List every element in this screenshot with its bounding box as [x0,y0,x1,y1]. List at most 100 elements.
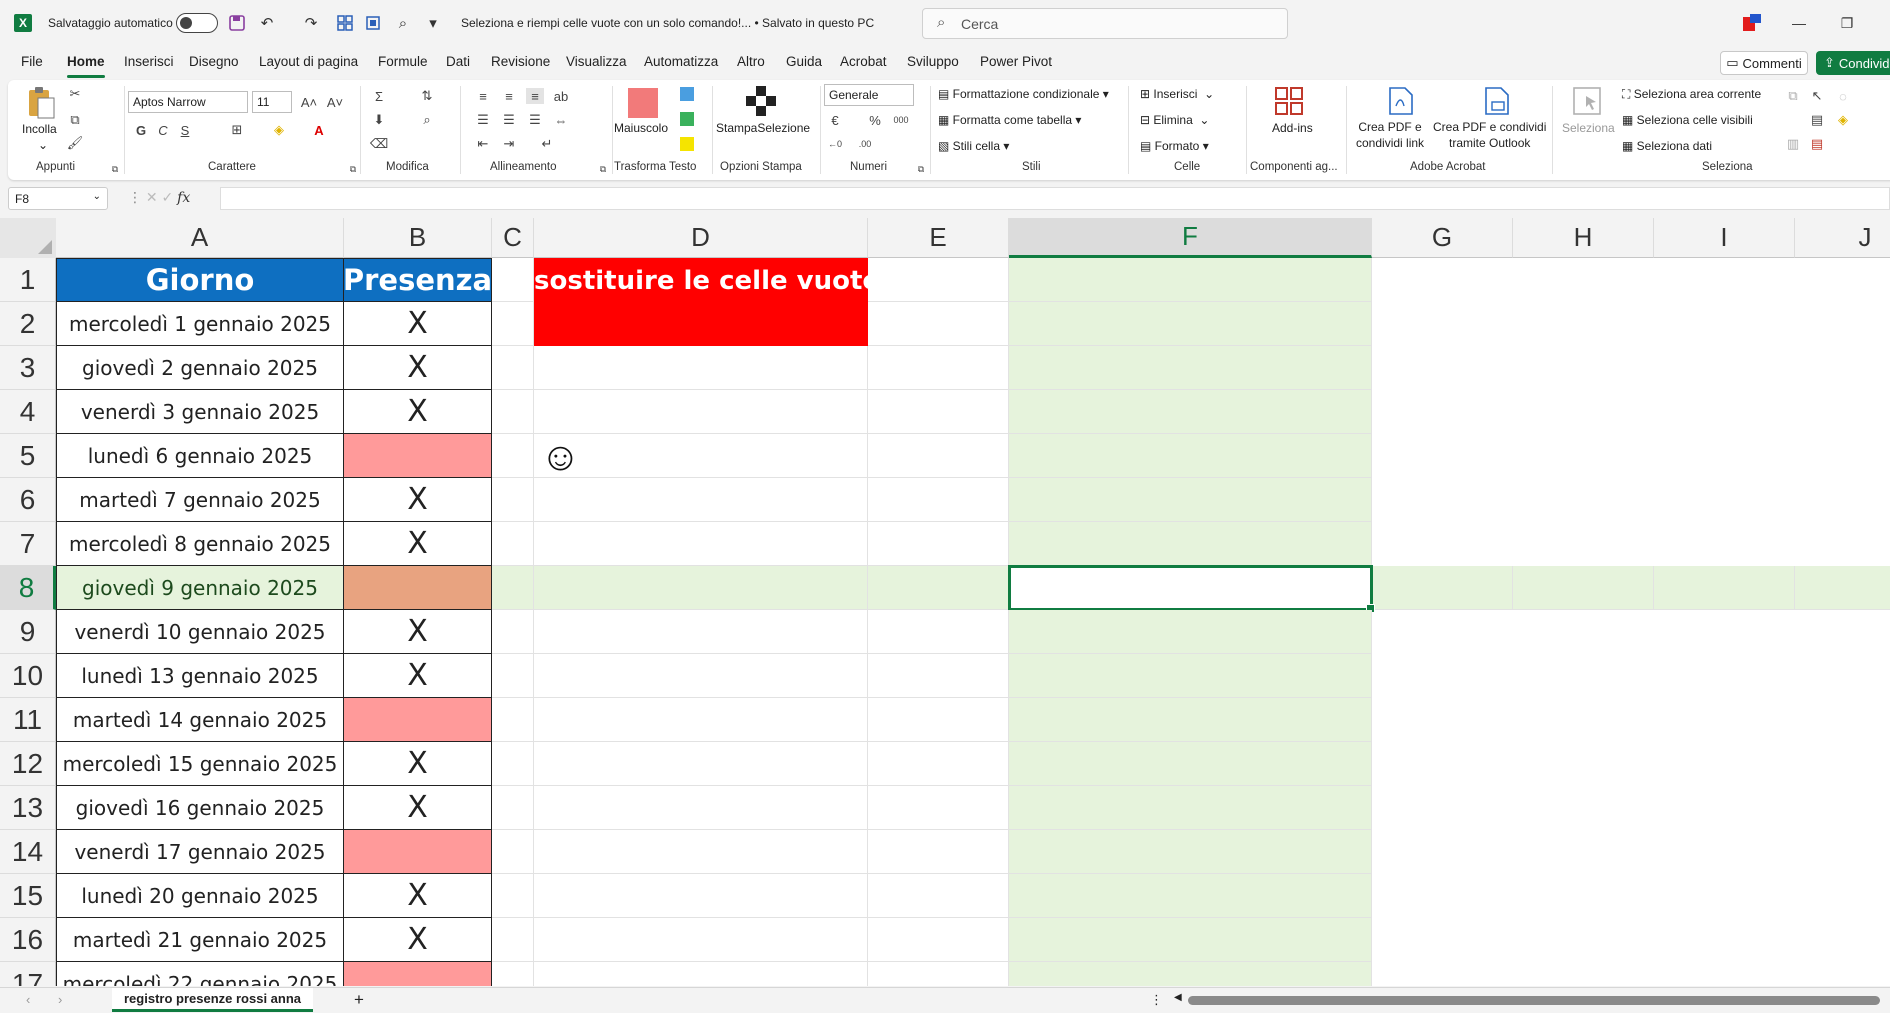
paste-dropdown-icon[interactable]: ⌄ [38,138,48,152]
cell[interactable] [492,258,534,302]
cell[interactable] [534,390,868,434]
lasso-icon[interactable]: ◌ [1834,88,1852,104]
cell[interactable] [492,610,534,654]
format-painter-icon[interactable]: 🖌 [66,135,84,151]
tab-power-pivot[interactable]: Power Pivot [980,54,1052,69]
paste-icon[interactable] [26,86,56,123]
wrap-text-icon[interactable]: ↵ [538,136,556,152]
tab-acrobat[interactable]: Acrobat [840,54,887,69]
comments-button[interactable]: ▭ Commenti [1720,51,1808,75]
cell[interactable] [1009,786,1372,830]
giorno-cell[interactable]: giovedì 2 gennaio 2025 [56,346,344,390]
cell[interactable] [1009,258,1372,302]
giorno-cell[interactable]: mercoledì 1 gennaio 2025 [56,302,344,346]
select-data-button[interactable]: ▦ Seleziona dati [1622,139,1712,153]
confirm-formula-icon[interactable]: ✓ [162,189,178,205]
merge-icon[interactable]: ⇔ [552,112,570,128]
tab-inserisci[interactable]: Inserisci [124,54,174,69]
row-header[interactable]: 1 [0,258,56,302]
yellow-swatch-icon[interactable] [680,137,694,151]
fit-icon[interactable] [362,12,384,34]
tab-layout[interactable]: Layout di pagina [259,54,358,69]
cell[interactable] [1009,962,1372,986]
cancel-formula-icon[interactable]: ✕ [146,189,158,205]
cell[interactable] [1513,566,1654,610]
cell[interactable] [534,610,868,654]
cell[interactable] [492,918,534,962]
align-bottom-icon[interactable]: ≡ [526,88,544,104]
cell[interactable] [868,654,1009,698]
presenza-cell[interactable]: X [344,610,492,654]
presenza-cell-empty[interactable] [344,830,492,874]
tab-dati[interactable]: Dati [446,54,470,69]
maiuscolo-button[interactable]: Maiuscolo [614,121,668,135]
presenza-cell[interactable]: X [344,478,492,522]
presenza-cell-empty[interactable] [344,698,492,742]
tab-formule[interactable]: Formule [378,54,428,69]
cell[interactable] [1009,830,1372,874]
autosave-toggle[interactable] [176,13,218,33]
thousands-icon[interactable]: 000 [892,112,910,128]
row-header-selected[interactable]: 8 [0,566,56,610]
cell[interactable] [868,610,1009,654]
horizontal-scrollbar[interactable] [1188,996,1880,1005]
increase-font-icon[interactable]: A˄ [300,94,318,110]
next-sheet-icon[interactable]: › [58,992,62,1007]
format-table-button[interactable]: ▦ Formatta come tabella ▾ [938,113,1081,127]
select-objects-icon[interactable]: ⧉ [1784,88,1802,104]
row-header[interactable]: 14 [0,830,56,874]
cell[interactable] [534,742,868,786]
column-header-f[interactable]: F [1009,218,1372,258]
cell[interactable] [534,346,868,390]
cell[interactable] [868,830,1009,874]
italic-button[interactable]: C [154,122,172,138]
cell[interactable] [534,918,868,962]
cell[interactable] [492,786,534,830]
insert-function-icon[interactable]: fx [177,190,190,206]
giorno-cell[interactable]: venerdì 3 gennaio 2025 [56,390,344,434]
cell[interactable] [534,830,868,874]
cell[interactable] [534,566,868,610]
redo-icon[interactable]: ↷ [300,12,322,34]
giorno-cell[interactable]: lunedì 6 gennaio 2025 [56,434,344,478]
font-name-select[interactable]: Aptos Narrow [128,91,248,113]
grid-view-icon[interactable] [334,12,356,34]
cell[interactable] [534,962,868,986]
row-header[interactable]: 12 [0,742,56,786]
clear-icon[interactable]: ⌫ [370,136,388,152]
cell[interactable] [868,390,1009,434]
allineamento-launcher-icon[interactable]: ⧉ [594,161,612,177]
cell[interactable] [534,522,868,566]
prev-sheet-icon[interactable]: ‹ [26,992,30,1007]
pdf-link-button[interactable]: Crea PDF e condividi link [1356,119,1424,151]
giorno-cell[interactable]: lunedì 20 gennaio 2025 [56,874,344,918]
appunti-launcher-icon[interactable]: ⧉ [106,161,124,177]
cell[interactable] [492,698,534,742]
header-giorno[interactable]: Giorno [56,258,344,302]
presenza-cell-empty[interactable] [344,434,492,478]
cell[interactable] [492,962,534,986]
select-area-button[interactable]: ⛶ Seleziona area corrente [1622,87,1761,102]
giorno-cell[interactable]: venerdì 10 gennaio 2025 [56,610,344,654]
account-icon[interactable] [1741,12,1763,34]
tab-visualizza[interactable]: Visualizza [566,54,627,69]
cell[interactable] [492,742,534,786]
cell[interactable] [868,786,1009,830]
column-header-d[interactable]: D [534,218,868,258]
column-header-h[interactable]: H [1513,218,1654,258]
minimize-icon[interactable]: — [1788,12,1810,34]
row-header[interactable]: 17 [0,962,56,986]
insert-cells-button[interactable]: ⊞ Inserisci ⌄ [1140,87,1214,101]
decrease-font-icon[interactable]: A˅ [326,94,344,110]
cell[interactable] [492,390,534,434]
decrease-indent-icon[interactable]: ⇤ [474,136,492,152]
blue-swatch-icon[interactable] [680,87,694,101]
row-header[interactable]: 2 [0,302,56,346]
cell[interactable] [492,874,534,918]
tab-revisione[interactable]: Revisione [491,54,550,69]
find-icon[interactable]: ⌕ [392,12,414,34]
name-box[interactable]: F8 ⌄ [8,187,108,210]
cell[interactable] [1009,698,1372,742]
cell[interactable] [1009,478,1372,522]
name-box-dropdown-icon[interactable]: ⌄ [93,191,101,202]
